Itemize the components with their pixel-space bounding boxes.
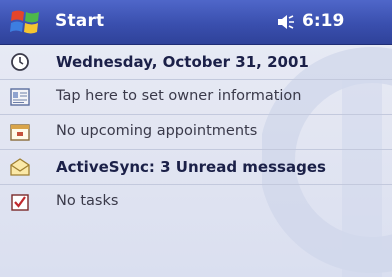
today-item-owner[interactable]: Tap here to set owner information [0,80,392,115]
speaker-icon[interactable] [276,12,296,32]
today-screen: Start 6:19 Wednesday, October 31, 2001 T… [0,0,392,277]
owner-info-label: Tap here to set owner information [56,88,302,104]
tasks-checkbox-icon [11,194,29,211]
clock-icon [11,53,29,71]
calendar-icon [10,124,30,141]
clock-time[interactable]: 6:19 [302,11,344,31]
date-label: Wednesday, October 31, 2001 [56,53,309,71]
activesync-messages-label: ActiveSync: 3 Unread messages [56,158,326,176]
today-item-date[interactable]: Wednesday, October 31, 2001 [0,45,392,80]
today-item-activesync[interactable]: ActiveSync: 3 Unread messages [0,150,392,185]
appointments-label: No upcoming appointments [56,123,258,139]
start-menu-title[interactable]: Start [55,11,104,31]
tasks-label: No tasks [56,193,119,209]
navigation-bar: Start 6:19 [0,0,392,45]
today-item-tasks[interactable]: No tasks [0,185,392,219]
owner-card-icon [10,88,30,106]
inbox-envelope-icon [10,158,30,176]
windows-flag-icon[interactable] [9,6,43,38]
today-item-appointments[interactable]: No upcoming appointments [0,115,392,150]
